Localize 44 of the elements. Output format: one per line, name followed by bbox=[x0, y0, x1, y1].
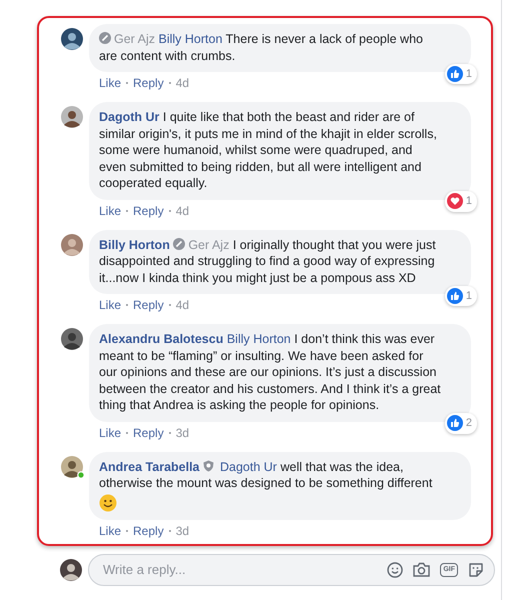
separator-dot bbox=[126, 432, 128, 434]
separator-dot bbox=[126, 82, 128, 84]
like-link[interactable]: Like bbox=[99, 426, 122, 440]
separator-dot bbox=[168, 304, 171, 306]
comment-time[interactable]: 3d bbox=[176, 426, 190, 440]
comment-time[interactable]: 4d bbox=[176, 76, 190, 90]
like-link[interactable]: Like bbox=[99, 524, 122, 538]
comment-text: Ger Ajz Billy Horton There is never a lack of people who are content with crumbs. bbox=[99, 32, 423, 62]
like-link[interactable]: Like bbox=[99, 298, 122, 312]
avatar[interactable] bbox=[61, 328, 83, 350]
comment-text: Dagoth Ur I quite like that both the beast and rider are of similar origin's, it puts me in mind of the khajit in elder scrolls, some were humanoid, whilst some were quadruped, and even submitted to being ridden, but all were intelligent and cooperated equally. bbox=[99, 110, 437, 190]
reply-link[interactable]: Reply bbox=[133, 76, 164, 90]
like-link[interactable]: Like bbox=[99, 76, 122, 90]
reaction-badge[interactable]: 1 bbox=[444, 286, 477, 306]
separator-dot bbox=[126, 210, 128, 212]
separator-dot bbox=[168, 82, 171, 84]
reply-link[interactable]: Reply bbox=[133, 204, 164, 218]
reply-link[interactable]: Reply bbox=[133, 426, 164, 440]
blocked-icon bbox=[99, 32, 111, 44]
reply-link[interactable]: Reply bbox=[133, 298, 164, 312]
like-link[interactable]: Like bbox=[99, 204, 122, 218]
comment-text: Andrea Tarabella Dagoth Ur well that was the idea, otherwise the mount was designed to be something different bbox=[99, 460, 432, 490]
comment-text: Billy Horton Ger Ajz I originally thought that you were just disappointed and struggling to find a good way of expressing it...now I kinda think you might just be a pompous ass XD bbox=[99, 238, 436, 284]
sticker-icon[interactable] bbox=[468, 562, 484, 578]
separator-dot bbox=[168, 530, 171, 532]
separator-dot bbox=[126, 304, 128, 306]
avatar[interactable] bbox=[61, 28, 83, 50]
smiley-icon[interactable] bbox=[387, 562, 404, 578]
reaction-badge[interactable]: 1 bbox=[444, 191, 477, 212]
separator-dot bbox=[126, 530, 128, 532]
comment-time[interactable]: 4d bbox=[176, 204, 190, 218]
avatar[interactable] bbox=[61, 106, 83, 128]
separator-dot bbox=[168, 210, 171, 212]
separator-dot bbox=[168, 432, 171, 434]
reaction-badge[interactable]: 1 bbox=[444, 64, 477, 84]
blocked-icon bbox=[173, 238, 186, 250]
avatar[interactable] bbox=[61, 456, 83, 478]
comment-time[interactable]: 3d bbox=[176, 524, 190, 538]
comment-text: Alexandru Balotescu Billy Horton I don’t think this was ever meant to be “flaming” or insulting. We have been asked for our opinions and these are our opinions. It’s just a discussion between the creator and his customers. And I think it’s a great thing that Andrea is asking the people for opinions. bbox=[99, 332, 441, 412]
camera-icon[interactable] bbox=[413, 562, 430, 577]
avatar[interactable] bbox=[60, 558, 82, 580]
reaction-badge[interactable]: 2 bbox=[444, 413, 477, 434]
comment-time[interactable]: 4d bbox=[176, 298, 190, 312]
reply-link[interactable]: Reply bbox=[133, 524, 164, 538]
